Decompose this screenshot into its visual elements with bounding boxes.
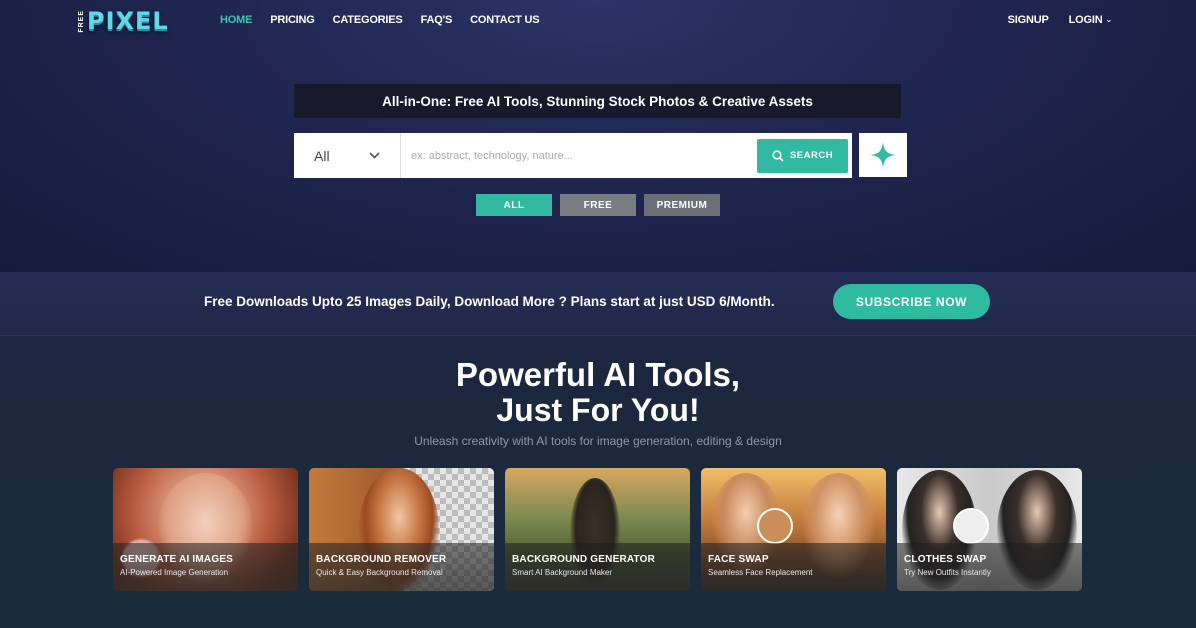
logo-free-text: FREE: [78, 9, 85, 33]
card-subtitle: Seamless Face Replacement: [708, 568, 813, 577]
card-overlay: [897, 543, 1082, 591]
nav-link-home[interactable]: HOME: [220, 14, 252, 26]
promo-bar: Free Downloads Upto 25 Images Daily, Dow…: [0, 272, 1196, 336]
card-title: BACKGROUND GENERATOR: [512, 554, 656, 565]
ai-tool-cards: GENERATE AI IMAGES AI-Powered Image Gene…: [113, 468, 1082, 591]
card-overlay: [505, 543, 690, 591]
search-input[interactable]: [401, 133, 757, 178]
search-icon: [772, 149, 784, 162]
tool-card-generate-ai-images[interactable]: GENERATE AI IMAGES AI-Powered Image Gene…: [113, 468, 298, 591]
signup-link[interactable]: SIGNUP: [1008, 14, 1049, 26]
search-button[interactable]: SEARCH: [757, 138, 848, 173]
tools-heading-line2: Just For You!: [496, 392, 700, 428]
nav-link-faqs[interactable]: FAQ'S: [421, 14, 453, 26]
tools-heading-line1: Powerful AI Tools,: [455, 356, 741, 393]
filter-premium-button[interactable]: PREMIUM: [644, 194, 720, 216]
tool-card-face-swap[interactable]: FACE SWAP Seamless Face Replacement: [701, 468, 886, 591]
nav-link-pricing[interactable]: PRICING: [270, 14, 315, 26]
tool-card-background-generator[interactable]: BACKGROUND GENERATOR Smart AI Background…: [505, 468, 690, 591]
filter-buttons: ALL FREE PREMIUM: [476, 194, 720, 216]
card-title: GENERATE AI IMAGES: [120, 554, 234, 565]
nav-link-contact-us[interactable]: CONTACT US: [470, 14, 539, 26]
nav-links: HOME PRICING CATEGORIES FAQ'S CONTACT US: [220, 14, 540, 26]
card-subtitle: Try New Outfits Instantly: [904, 568, 991, 577]
card-subtitle: Smart AI Background Maker: [512, 568, 613, 577]
logo[interactable]: FREE PIXEL: [78, 6, 169, 36]
tools-subheading: Unleash creativity with AI tools for ima…: [414, 434, 782, 448]
card-title: CLOTHES SWAP: [904, 554, 987, 565]
category-select-value: All: [314, 147, 330, 164]
card-title: FACE SWAP: [708, 554, 769, 565]
login-label: LOGIN: [1068, 14, 1103, 26]
filter-all-button[interactable]: ALL: [476, 194, 552, 216]
search-button-label: SEARCH: [789, 150, 834, 161]
tool-card-background-remover[interactable]: BACKGROUND REMOVER Quick & Easy Backgrou…: [309, 468, 494, 591]
card-overlay: [113, 543, 298, 591]
search-bar: All SEARCH: [294, 133, 852, 178]
logo-pixel-text: PIXEL: [87, 7, 169, 35]
face-badge: [757, 508, 793, 544]
card-subtitle: Quick & Easy Background Removal: [316, 568, 443, 577]
card-overlay: [309, 543, 494, 591]
sparkle-icon: [870, 142, 896, 168]
hero-tagline: All-in-One: Free AI Tools, Stunning Stoc…: [294, 84, 901, 118]
filter-free-button[interactable]: FREE: [560, 194, 636, 216]
nav-account: SIGNUP LOGIN ⌄: [1008, 14, 1113, 26]
top-navigation: FREE PIXEL HOME PRICING CATEGORIES FAQ'S…: [0, 0, 1196, 42]
category-select[interactable]: All: [294, 133, 401, 178]
nav-link-categories[interactable]: CATEGORIES: [333, 14, 403, 26]
card-overlay: [701, 543, 886, 591]
chevron-down-icon: ⌄: [1105, 15, 1112, 24]
chevron-down-icon: [369, 152, 380, 159]
promo-text: Free Downloads Upto 25 Images Daily, Dow…: [204, 294, 775, 309]
tool-card-clothes-swap[interactable]: CLOTHES SWAP Try New Outfits Instantly: [897, 468, 1082, 591]
ai-generate-button[interactable]: [859, 133, 907, 177]
clothes-badge: [953, 508, 989, 544]
login-link[interactable]: LOGIN ⌄: [1068, 14, 1113, 26]
card-title: BACKGROUND REMOVER: [316, 554, 447, 565]
card-subtitle: AI-Powered Image Generation: [120, 568, 229, 577]
subscribe-now-button[interactable]: SUBSCRIBE NOW: [833, 284, 990, 319]
